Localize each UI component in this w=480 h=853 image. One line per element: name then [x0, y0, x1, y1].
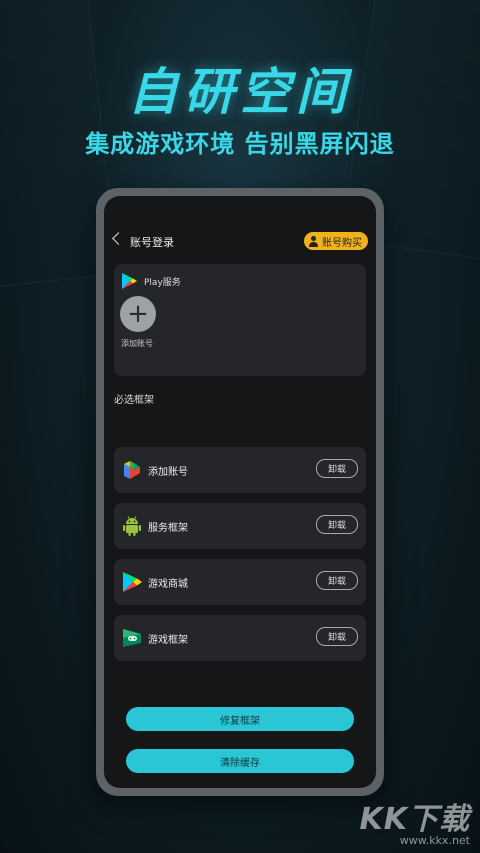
buy-account-label: 账号购买 [322, 237, 362, 249]
page-title: 账号登录 [130, 236, 174, 249]
framework-name: 游戏框架 [148, 635, 188, 646]
android-icon [120, 514, 144, 538]
play-store-icon [120, 570, 144, 594]
framework-name: 添加账号 [148, 467, 188, 478]
repair-framework-button[interactable]: 修复框架 [126, 707, 354, 731]
watermark: KK下载 www.kkx.net [360, 794, 471, 847]
top-bar: 账号登录 账号购买 [104, 230, 376, 256]
play-service-card: Play服务 + 添加账号 [114, 264, 366, 376]
framework-name: 服务框架 [148, 523, 188, 534]
framework-row: 服务框架 卸载 [114, 503, 366, 549]
plus-icon: + [127, 299, 149, 329]
play-store-icon [120, 272, 138, 294]
user-icon [308, 235, 319, 247]
uninstall-button[interactable]: 卸载 [316, 515, 358, 534]
buy-account-button[interactable]: 账号购买 [304, 232, 368, 250]
watermark-logo: KK下载 [359, 802, 470, 837]
uninstall-button[interactable]: 卸载 [316, 571, 358, 590]
promo-headline: 自研空间 [128, 63, 352, 121]
framework-row: 游戏框架 卸载 [114, 615, 366, 661]
play-services-icon [120, 458, 144, 482]
add-account-button[interactable]: + [120, 296, 156, 332]
uninstall-button[interactable]: 卸载 [316, 627, 358, 646]
framework-row: 游戏商城 卸载 [114, 559, 366, 605]
play-service-label: Play服务 [144, 278, 181, 288]
play-games-icon [120, 626, 144, 650]
add-account-label: 添加账号 [121, 339, 153, 348]
promo-subheadline: 集成游戏环境 告别黑屏闪退 [85, 130, 395, 158]
section-title: 必选框架 [114, 395, 154, 406]
back-arrow-icon[interactable] [112, 232, 125, 245]
clear-cache-button[interactable]: 清除缓存 [126, 749, 354, 773]
framework-name: 游戏商城 [148, 579, 188, 590]
framework-row: 添加账号 卸载 [114, 447, 366, 493]
uninstall-button[interactable]: 卸载 [316, 459, 358, 478]
phone-screen: 账号登录 账号购买 Play服务 + 添加账号 必选框架 添加账号 卸载 服务框… [104, 196, 376, 788]
